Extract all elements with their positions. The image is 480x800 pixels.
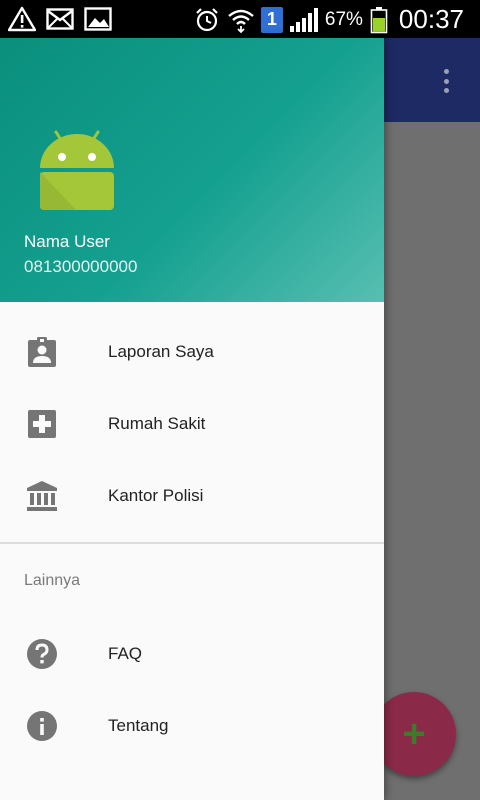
menu-item-laporan-saya[interactable]: Laporan Saya [0,316,384,388]
battery-percent: 67% [324,8,363,30]
plus-icon: + [402,711,426,756]
signal-icon [289,6,319,34]
menu-item-label: Laporan Saya [108,342,214,361]
user-phone: 081300000000 [24,257,138,276]
menu-item-label: Tentang [108,716,169,735]
drawer-header: Nama User 081300000000 [0,38,384,302]
app-toolbar [384,38,480,122]
menu-item-label: Rumah Sakit [108,414,206,433]
warning-icon [8,5,36,33]
local-hospital-icon [26,408,58,440]
menu-item-tentang[interactable]: Tentang [0,690,384,762]
android-icon[interactable] [36,130,118,212]
section-title: Lainnya [24,572,81,589]
info-icon [26,710,58,742]
divider [0,542,384,544]
overflow-menu-icon[interactable] [434,66,458,96]
battery-icon [369,6,389,34]
image-icon [84,5,112,33]
status-bar: 1 67% 00:37 [0,0,480,38]
user-name: Nama User [24,232,110,251]
mail-icon [46,5,74,33]
alarm-icon [193,6,221,34]
menu-item-faq[interactable]: FAQ [0,618,384,690]
menu-item-label: FAQ [108,644,143,663]
clock: 00:37 [398,4,464,34]
drawer-menu: Laporan Saya Rumah Sakit Kantor Polisi [0,316,384,532]
wifi-icon [227,6,255,34]
account-balance-icon [26,480,58,512]
drawer-menu-other: FAQ Tentang [0,618,384,762]
menu-item-kantor-polisi[interactable]: Kantor Polisi [0,460,384,532]
sim-badge-icon: 1 [260,6,283,33]
menu-item-rumah-sakit[interactable]: Rumah Sakit [0,388,384,460]
help-icon [26,638,58,670]
assignment-ind-icon [26,336,58,368]
menu-item-label: Kantor Polisi [108,486,204,505]
add-fab-button[interactable]: + [372,692,456,776]
navigation-drawer: Nama User 081300000000 Laporan Saya Ruma… [0,38,384,800]
